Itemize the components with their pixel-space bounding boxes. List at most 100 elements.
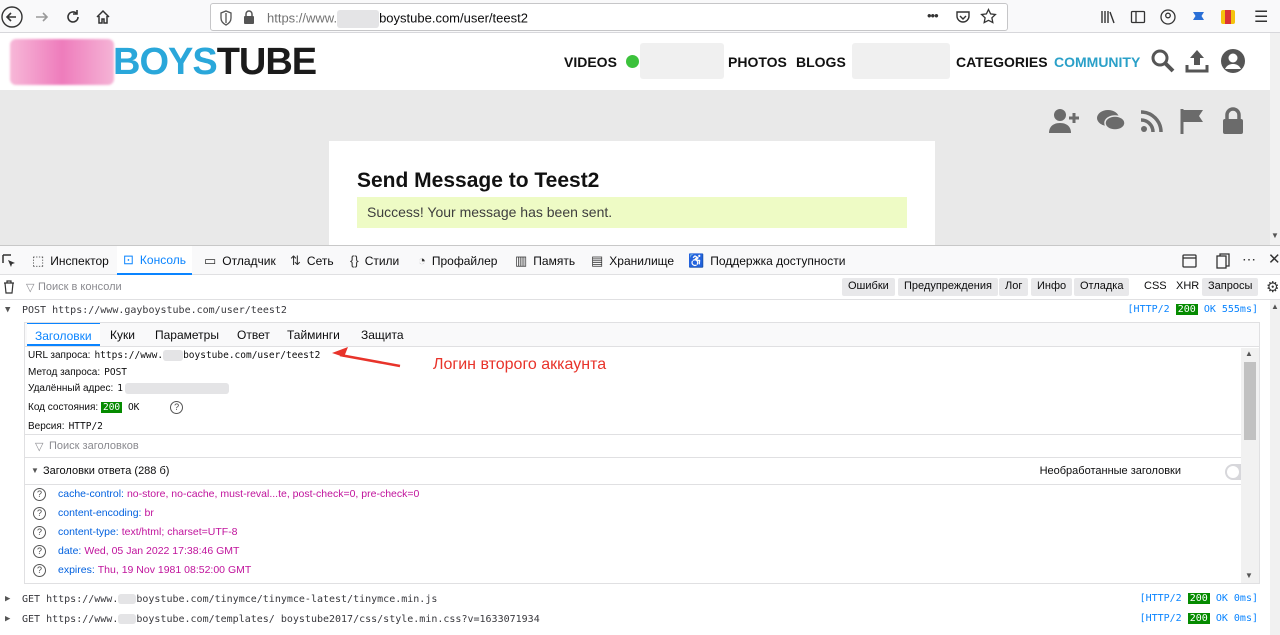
forward-button[interactable] bbox=[30, 5, 54, 29]
nav-categories[interactable]: CATEGORIES bbox=[956, 54, 1048, 70]
help-icon[interactable]: ? bbox=[33, 564, 46, 577]
console-filter-input[interactable]: Поиск в консоли bbox=[38, 281, 122, 293]
header-line[interactable]: ? content-encoding: br bbox=[33, 507, 154, 520]
lock-icon[interactable] bbox=[243, 10, 255, 25]
tab-label: Сеть bbox=[306, 253, 334, 268]
filter-requests[interactable]: Запросы bbox=[1202, 278, 1259, 296]
header-value: Wed, 05 Jan 2022 17:38:46 GMT bbox=[84, 545, 240, 558]
nav-blogs[interactable]: BLOGS bbox=[796, 54, 846, 70]
details-scrollbar[interactable]: ▲ ▼ bbox=[1241, 348, 1259, 583]
bookmark-star-icon[interactable] bbox=[980, 8, 997, 25]
tab-debugger[interactable]: ▭ Отладчик bbox=[198, 246, 282, 275]
request-row[interactable]: ▶ GET https://www. boystube.com/tinymce/t… bbox=[0, 590, 1270, 610]
tab-storage[interactable]: ▤ Хранилище bbox=[585, 246, 680, 275]
flag-icon[interactable] bbox=[1178, 107, 1208, 135]
sidebar-icon[interactable] bbox=[1130, 9, 1146, 25]
tab-response[interactable]: Ответ bbox=[229, 323, 278, 346]
home-button[interactable] bbox=[91, 5, 115, 29]
help-icon[interactable]: ? bbox=[33, 545, 46, 558]
filter-log[interactable]: Лог bbox=[999, 278, 1029, 296]
storage-icon: ▤ bbox=[591, 252, 604, 268]
user-icon[interactable] bbox=[1220, 48, 1246, 74]
request-row[interactable]: ▼ POST https://www.gayboystube.com/user/… bbox=[0, 301, 1270, 321]
settings-gear-icon[interactable]: ⚙ bbox=[1266, 278, 1279, 296]
pocket-icon[interactable] bbox=[955, 9, 971, 25]
url-bar[interactable]: https://www. boystube.com/user/teest2 ••• bbox=[210, 3, 1008, 31]
collapse-triangle-icon[interactable]: ▼ bbox=[31, 466, 39, 475]
tab-console[interactable]: ⊡ Консоль bbox=[117, 246, 192, 275]
extension-icon[interactable] bbox=[1219, 8, 1237, 26]
menu-hamburger-icon[interactable]: ☰ bbox=[1254, 7, 1268, 27]
add-friend-icon[interactable] bbox=[1049, 107, 1079, 135]
trash-icon[interactable] bbox=[3, 280, 15, 294]
page-scrollbar[interactable]: ▼ bbox=[1270, 33, 1280, 245]
filter-xhr[interactable]: XHR bbox=[1170, 278, 1205, 296]
upload-icon[interactable] bbox=[1184, 48, 1210, 74]
tab-profiler[interactable]: ◔ Профайлер bbox=[412, 246, 503, 275]
reload-button[interactable] bbox=[61, 5, 85, 29]
dock-icon[interactable] bbox=[1216, 253, 1230, 269]
tab-cookies[interactable]: Куки bbox=[102, 323, 143, 346]
scroll-down-icon[interactable]: ▼ bbox=[1271, 231, 1279, 240]
help-icon[interactable]: ? bbox=[33, 526, 46, 539]
expand-triangle-icon[interactable]: ▶ bbox=[5, 614, 10, 624]
tab-accessibility[interactable]: ♿ Поддержка доступности bbox=[682, 246, 851, 275]
filter-warnings[interactable]: Предупреждения bbox=[898, 278, 998, 296]
back-button[interactable] bbox=[0, 5, 24, 29]
scroll-up-icon[interactable]: ▲ bbox=[1271, 302, 1279, 311]
tab-inspector[interactable]: ⬚ Инспектор bbox=[26, 246, 115, 275]
scroll-thumb[interactable] bbox=[1244, 362, 1256, 440]
extension-icon[interactable] bbox=[1190, 9, 1207, 25]
help-icon[interactable]: ? bbox=[33, 488, 46, 501]
nav-videos[interactable]: VIDEOS bbox=[564, 54, 617, 70]
lock-icon[interactable] bbox=[1218, 107, 1248, 135]
header-line[interactable]: ? expires: Thu, 19 Nov 1981 08:52:00 GMT bbox=[33, 564, 251, 577]
collapse-triangle-icon[interactable]: ▼ bbox=[5, 305, 10, 315]
tab-network[interactable]: ⇅ Сеть bbox=[284, 246, 340, 275]
scroll-up-icon[interactable]: ▲ bbox=[1245, 349, 1253, 358]
online-status-dot bbox=[626, 55, 639, 68]
expand-triangle-icon[interactable]: ▶ bbox=[5, 594, 10, 604]
tab-headers[interactable]: Заголовки bbox=[27, 323, 100, 346]
help-icon[interactable]: ? bbox=[170, 401, 184, 414]
nav-photos[interactable]: PHOTOS bbox=[728, 54, 787, 70]
header-line[interactable]: ? content-type: text/html; charset=UTF-8 bbox=[33, 526, 238, 539]
shield-icon[interactable] bbox=[219, 10, 233, 26]
nav-community[interactable]: COMMUNITY bbox=[1054, 54, 1140, 70]
request-method-label: Метод запроса: bbox=[28, 367, 101, 378]
tab-memory[interactable]: ▥ Память bbox=[509, 246, 581, 275]
filter-errors[interactable]: Ошибки bbox=[842, 278, 895, 296]
chat-icon[interactable] bbox=[1096, 107, 1126, 135]
account-icon[interactable] bbox=[1160, 9, 1176, 25]
rss-icon[interactable] bbox=[1138, 107, 1168, 135]
tab-params[interactable]: Параметры bbox=[147, 323, 227, 346]
url-text[interactable]: https://www. boystube.com/user/teest2 bbox=[267, 10, 528, 28]
responsive-mode-icon[interactable] bbox=[1182, 254, 1197, 268]
scroll-down-icon[interactable]: ▼ bbox=[1245, 571, 1253, 580]
tab-style-editor[interactable]: {} Стили bbox=[344, 246, 405, 275]
response-headers-section[interactable]: ▼ Заголовки ответа (288 б) Необработанны… bbox=[25, 459, 1255, 485]
element-picker-icon[interactable] bbox=[1, 253, 17, 269]
headers-filter-input[interactable]: Поиск заголовков bbox=[49, 440, 139, 452]
header-line[interactable]: ? date: Wed, 05 Jan 2022 17:38:46 GMT bbox=[33, 545, 239, 558]
header-line[interactable]: ? cache-control: no-store, no-cache, must-… bbox=[33, 488, 419, 501]
library-icon[interactable] bbox=[1100, 9, 1116, 25]
request-status: [HTTP/2 200 OK 0ms] bbox=[1140, 593, 1258, 604]
tab-security[interactable]: Защита bbox=[353, 323, 412, 346]
more-options-icon[interactable]: ⋯ bbox=[1242, 251, 1256, 268]
site-logo[interactable]: BOYSTUBE bbox=[113, 37, 317, 87]
search-icon[interactable] bbox=[1150, 48, 1176, 74]
tab-timings[interactable]: Тайминги bbox=[279, 323, 348, 346]
filter-debug[interactable]: Отладка bbox=[1074, 278, 1130, 296]
devtools-scrollbar[interactable]: ▲ bbox=[1270, 300, 1280, 635]
page-actions-menu[interactable]: ••• bbox=[927, 8, 939, 23]
browser-toolbar: https://www. boystube.com/user/teest2 •••… bbox=[0, 0, 1280, 33]
close-icon[interactable]: ✕ bbox=[1268, 250, 1280, 268]
filter-info[interactable]: Инфо bbox=[1031, 278, 1073, 296]
request-row[interactable]: ▶ GET https://www. boystube.com/templates… bbox=[0, 610, 1270, 630]
request-url-value[interactable]: https://www. boystube.com/user/teest2 bbox=[94, 350, 320, 361]
help-icon[interactable]: ? bbox=[33, 507, 46, 520]
filter-css[interactable]: CSS bbox=[1138, 278, 1173, 296]
url-suffix: boystube.com/user/teest2 bbox=[379, 10, 528, 26]
redacted-block bbox=[118, 594, 137, 604]
